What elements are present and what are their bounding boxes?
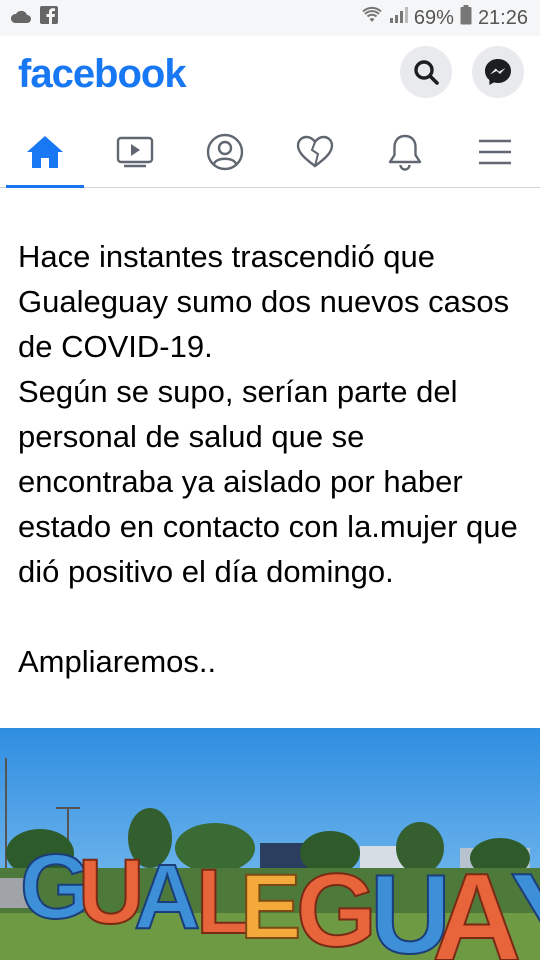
wifi-icon xyxy=(362,6,382,30)
app-header: facebook xyxy=(0,36,540,116)
post-text: Hace instantes trascendió que Gualeguay … xyxy=(18,239,518,679)
profile-icon xyxy=(206,133,244,170)
messenger-icon xyxy=(485,59,511,85)
sign-letter-e: E xyxy=(240,856,301,958)
search-icon xyxy=(414,60,439,85)
tab-watch[interactable] xyxy=(90,116,180,187)
clock: 21:26 xyxy=(477,6,528,29)
facebook-logo[interactable]: facebook xyxy=(18,52,187,97)
sign-letter-a2: A xyxy=(432,849,522,960)
battery-icon xyxy=(460,5,472,31)
menu-icon xyxy=(479,139,511,164)
cloud-icon xyxy=(10,7,32,30)
tab-profile[interactable] xyxy=(180,116,270,187)
facebook-small-icon xyxy=(40,6,58,30)
battery-percent: 69% xyxy=(413,6,454,29)
watch-video-icon xyxy=(116,136,154,167)
notifications-bell-icon xyxy=(388,134,422,171)
tab-menu[interactable] xyxy=(450,116,540,187)
status-left xyxy=(10,6,58,30)
status-right: 69% 21:26 xyxy=(362,5,528,31)
post-photo[interactable]: G U A L E G U A Y xyxy=(0,728,540,960)
messenger-button[interactable] xyxy=(472,46,524,98)
tab-dating[interactable] xyxy=(270,116,360,187)
search-button[interactable] xyxy=(400,46,452,98)
sign-letter-y: Y xyxy=(510,849,540,960)
sign-letter-g2: G xyxy=(296,853,377,960)
tab-home[interactable] xyxy=(0,116,90,188)
signal-icon xyxy=(388,6,408,30)
status-bar: 69% 21:26 xyxy=(0,0,540,36)
dating-heart-icon xyxy=(296,135,334,167)
tab-bar xyxy=(0,116,540,188)
tab-notifications[interactable] xyxy=(360,116,450,187)
sign-letter-a1: A xyxy=(134,846,200,948)
home-icon xyxy=(27,135,63,168)
